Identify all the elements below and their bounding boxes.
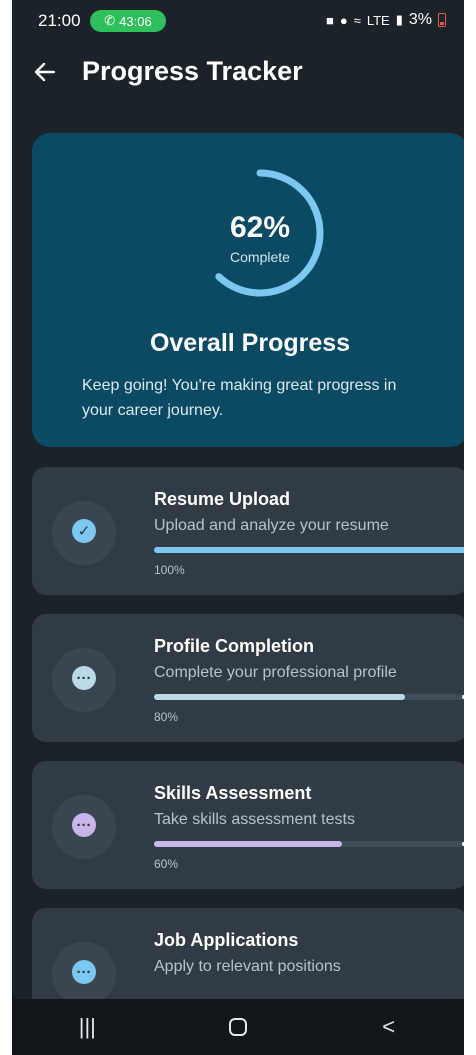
task-icon-circle: ··· [52,795,116,859]
lte-label: LTE [366,12,390,28]
home-icon [228,1018,247,1036]
progress-end-dot [462,695,464,699]
page-title: Progress Tracker [82,56,303,86]
progress-end-dot [462,842,464,846]
overview-description: Keep going! You're making great progress… [82,377,397,419]
task-progress-percent: 60% [154,857,179,871]
back-button[interactable]: < [359,1007,419,1047]
overview-title: Overall Progress [149,329,351,357]
overall-percent: 62% [229,211,291,244]
system-nav-bar: ||| < [12,999,464,1055]
ellipsis-icon: ··· [72,666,96,690]
progress-ring-label: 62% Complete [190,211,330,265]
task-icon-circle: ✓ [52,501,116,565]
call-indicator[interactable]: ✆ 43:06 [90,10,166,32]
task-progress-percent: 100% [154,563,185,577]
task-icon-circle: ··· [52,648,116,712]
app-screen: 21:00 ✆ 43:06 ■ ● ≈ LTE ▮ 3% Progress Tr… [12,0,464,1055]
task-progress-bar [154,547,464,553]
task-description: Take skills assessment tests [154,811,355,828]
task-title: Resume Upload [154,489,291,509]
status-icons: ■ ● ≈ LTE ▮ 3% [326,11,446,29]
task-progress-fill [154,694,406,700]
task-title: Skills Assessment [154,783,312,803]
call-duration: 43:06 [119,13,152,29]
task-progress-bar [154,694,464,700]
task-icon-circle: ··· [52,942,116,1006]
task-description: Apply to relevant positions [154,958,341,975]
battery-icon [438,13,446,27]
back-icon: < [382,1014,396,1039]
task-card-skills-assessment[interactable]: ··· Skills Assessment Take skills assess… [32,761,464,889]
task-progress-fill [154,547,464,553]
task-progress-bar [154,841,464,847]
notification-icon: ■ [325,12,334,28]
ellipsis-icon: ··· [72,813,96,837]
alarm-icon: ● [339,12,348,28]
recents-icon: ||| [78,1014,96,1039]
app-header: Progress Tracker [12,52,464,100]
back-arrow-icon[interactable] [34,58,62,90]
task-title: Job Applications [154,930,299,950]
task-description: Complete your professional profile [154,664,397,681]
task-progress-fill [154,841,343,847]
task-card-resume-upload[interactable]: ✓ Resume Upload Upload and analyze your … [32,467,464,595]
wifi-icon: ≈ [353,12,361,28]
overall-percent-caption: Complete [230,249,290,265]
status-time: 21:00 [38,11,81,30]
ellipsis-icon: ··· [72,960,96,984]
recents-button[interactable]: ||| [57,1007,117,1047]
check-icon: ✓ [72,519,96,543]
task-title: Profile Completion [154,636,315,656]
task-progress-percent: 80% [154,710,179,724]
home-button[interactable] [208,1007,268,1047]
task-card-profile-completion[interactable]: ··· Profile Completion Complete your pro… [32,614,464,742]
status-bar: 21:00 ✆ 43:06 ■ ● ≈ LTE ▮ 3% [12,0,464,44]
signal-icon: ▮ [395,12,403,27]
phone-icon: ✆ [104,13,116,28]
task-description: Upload and analyze your resume [154,517,389,534]
overall-progress-card: 62% Complete Overall Progress Keep going… [32,133,464,447]
battery-percent: 3% [408,11,432,28]
